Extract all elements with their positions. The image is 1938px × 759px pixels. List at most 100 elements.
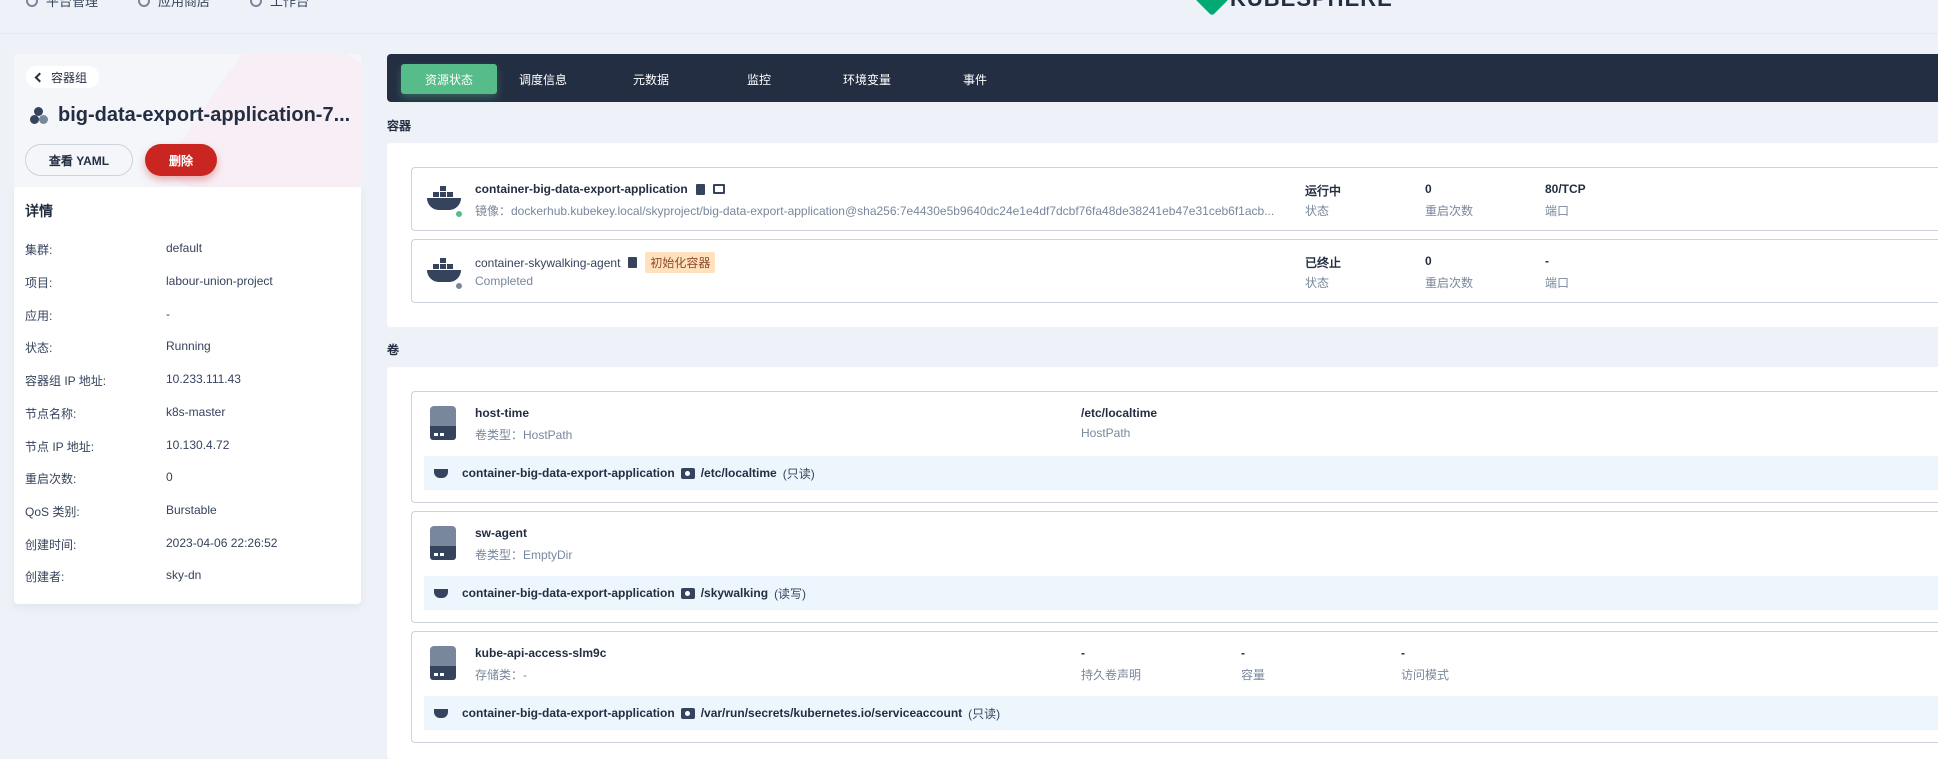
nav-label: 平台管理 — [46, 0, 99, 9]
container-port-label: 端口 — [1545, 204, 1570, 218]
back-label: 容器组 — [51, 70, 88, 85]
detail-key: 创建者: — [25, 570, 65, 584]
mount-path: /skywalking — [700, 586, 769, 600]
detail-row: 状态: Running — [25, 339, 211, 356]
disk-icon — [430, 526, 456, 560]
read-write-icon — [680, 587, 695, 599]
tab-resource-status[interactable]: 资源状态 — [401, 64, 497, 94]
containers-panel: container-big-data-export-application 镜像… — [387, 143, 1938, 327]
volume-card[interactable]: host-time 卷类型：HostPath /etc/localtime Ho… — [411, 391, 1938, 503]
detail-key: 重启次数: — [25, 472, 77, 486]
detail-row: QoS 类别: Burstable — [25, 503, 217, 520]
kubesphere-logo[interactable]: KUBESPHERE — [1195, 0, 1393, 16]
disk-icon — [430, 406, 456, 440]
status-dot-running — [455, 210, 463, 218]
detail-row: 节点 IP 地址: 10.130.4.72 — [25, 438, 229, 455]
detail-key: 节点名称: — [25, 407, 77, 421]
container-restarts-value: 0 — [1425, 182, 1432, 196]
detail-row: 容器组 IP 地址: 10.233.111.43 — [25, 372, 241, 389]
container-card[interactable]: container-big-data-export-application 镜像… — [411, 167, 1938, 231]
store-icon — [138, 0, 150, 7]
detail-value: Burstable — [166, 503, 217, 517]
container-restarts-label: 重启次数 — [1425, 204, 1474, 218]
details-card: 详情 集群: default 项目: labour-union-project 应用… — [14, 187, 361, 604]
detail-value: 2023-04-06 22:26:52 — [166, 536, 278, 550]
nav-platform-management[interactable]: 平台管理 — [26, 0, 98, 10]
containers-section-title: 容器 — [387, 119, 412, 133]
docker-icon — [427, 258, 461, 282]
delete-button[interactable]: 删除 — [145, 144, 217, 176]
volume-mount-row: container-big-data-export-application /v… — [424, 696, 1938, 730]
detail-key: 节点 IP 地址: — [25, 440, 95, 454]
back-button[interactable]: 容器组 — [26, 66, 100, 88]
detail-key: 应用: — [25, 309, 53, 323]
detail-value: k8s-master — [166, 405, 226, 419]
container-image: 镜像：dockerhub.kubekey.local/skyproject/bi… — [475, 204, 1275, 218]
detail-row: 集群: default — [25, 241, 202, 258]
volume-card[interactable]: sw-agent 卷类型：EmptyDir container-big-data… — [411, 511, 1938, 623]
pod-header-card: 容器组 big-data-export-application-7... 查看 … — [14, 54, 361, 187]
tab-environment-variables[interactable]: 环境变量 — [827, 64, 907, 94]
logs-icon[interactable] — [695, 183, 705, 195]
volume-name: host-time — [475, 406, 529, 420]
docker-icon — [434, 468, 448, 478]
read-only-icon — [680, 707, 695, 719]
container-port-value: 80/TCP — [1545, 182, 1586, 196]
container-state-text: Completed — [475, 274, 534, 288]
disk-icon — [430, 646, 456, 680]
volume-pvc-value: - — [1081, 646, 1085, 660]
container-port-label: 端口 — [1545, 276, 1570, 290]
detail-key: QoS 类别: — [25, 505, 80, 519]
nav-label: 工作台 — [270, 0, 310, 9]
mount-mode: (只读) — [782, 466, 815, 481]
detail-row: 重启次数: 0 — [25, 470, 173, 487]
mount-mode: (只读) — [968, 706, 1001, 721]
container-card[interactable]: container-skywalking-agent 初始化容器 Complet… — [411, 239, 1938, 303]
container-name-text: container-big-data-export-application — [475, 182, 688, 196]
nav-app-store[interactable]: 应用商店 — [138, 0, 210, 10]
mount-mode: (读写) — [774, 586, 807, 601]
tab-events[interactable]: 事件 — [935, 64, 1015, 94]
chevron-left-icon — [34, 72, 45, 82]
volume-card[interactable]: kube-api-access-slm9c 存储类：- - 持久卷声明 - 容量… — [411, 631, 1938, 743]
nav-label: 应用商店 — [158, 0, 211, 9]
terminal-icon[interactable] — [712, 184, 725, 194]
mount-container-name: container-big-data-export-application — [462, 706, 675, 720]
volume-access-mode-value: - — [1401, 646, 1405, 660]
docker-icon — [427, 186, 461, 210]
volume-name: kube-api-access-slm9c — [475, 646, 607, 660]
tab-monitoring[interactable]: 监控 — [719, 64, 799, 94]
detail-key: 状态: — [25, 341, 53, 355]
read-only-icon — [680, 467, 695, 479]
detail-value: 0 — [166, 470, 173, 484]
detail-value: 10.233.111.43 — [166, 372, 241, 386]
details-title: 详情 — [25, 203, 53, 219]
container-status-value: 已终止 — [1305, 256, 1342, 270]
detail-row: 节点名称: k8s-master — [25, 405, 225, 422]
container-port-value: - — [1545, 254, 1549, 268]
volume-host-path-label: HostPath — [1081, 426, 1131, 440]
pod-name: big-data-export-application-7... — [58, 104, 351, 126]
container-status-value: 运行中 — [1305, 184, 1342, 198]
volumes-section-title: 卷 — [387, 343, 400, 357]
detail-value: - — [166, 307, 170, 321]
tab-metadata[interactable]: 元数据 — [611, 64, 691, 94]
logs-icon[interactable] — [628, 257, 638, 268]
volume-capacity-label: 容量 — [1241, 668, 1266, 682]
init-container-tag: 初始化容器 — [645, 252, 716, 273]
container-name: container-skywalking-agent 初始化容器 — [475, 252, 716, 273]
detail-value: 10.130.4.72 — [166, 438, 230, 452]
nav-workbench[interactable]: 工作台 — [250, 0, 309, 10]
detail-row: 应用: - — [25, 307, 170, 324]
volume-pvc-label: 持久卷声明 — [1081, 668, 1142, 682]
gear-icon — [26, 0, 38, 7]
view-yaml-button[interactable]: 查看 YAML — [25, 144, 133, 176]
pod-icon — [30, 106, 48, 125]
mount-container-name: container-big-data-export-application — [462, 466, 675, 480]
logo-text: KUBESPHERE — [1230, 0, 1393, 12]
pod-title: big-data-export-application-7... — [30, 104, 350, 127]
mount-path: /var/run/secrets/kubernetes.io/serviceac… — [700, 706, 963, 720]
tab-scheduling-info[interactable]: 调度信息 — [503, 64, 583, 94]
volume-mount-row: container-big-data-export-application /s… — [424, 576, 1938, 610]
status-dot-terminated — [455, 282, 463, 290]
